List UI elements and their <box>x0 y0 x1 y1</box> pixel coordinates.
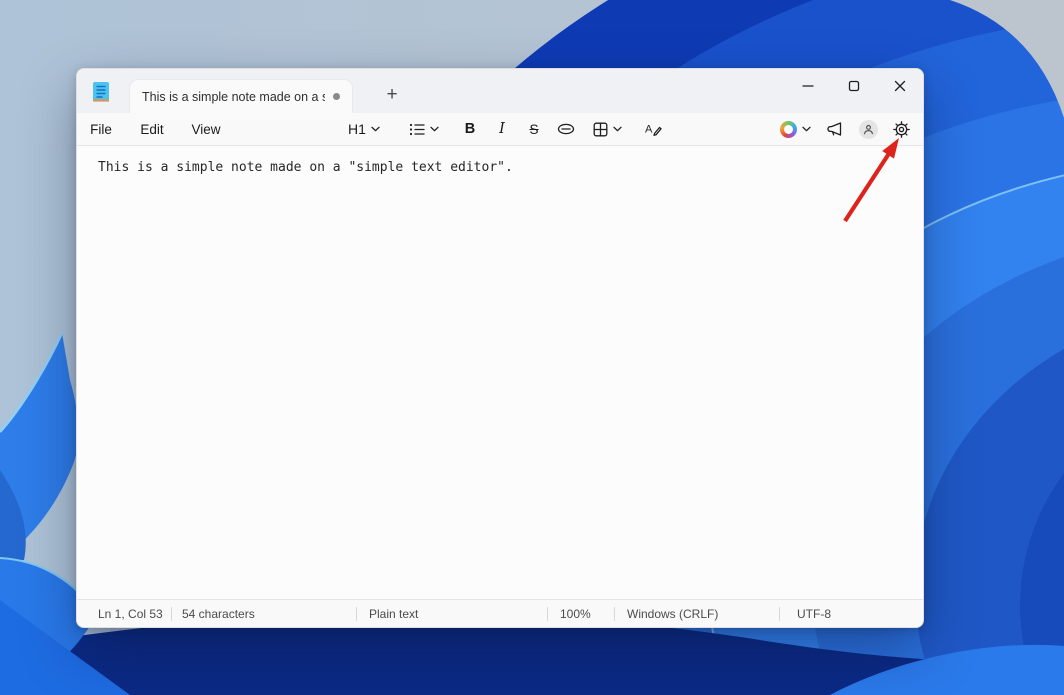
strikethrough-button[interactable]: S <box>519 113 549 145</box>
close-button[interactable] <box>877 69 923 103</box>
strikethrough-icon: S <box>529 122 538 137</box>
list-dropdown-button[interactable] <box>399 113 449 145</box>
bold-icon: B <box>465 121 475 137</box>
copilot-dropdown-button[interactable] <box>777 115 814 143</box>
status-line-endings: Windows (CRLF) <box>615 607 779 621</box>
chevron-down-icon <box>613 126 622 132</box>
notepad-app-icon <box>90 80 112 104</box>
status-character-count: 54 characters <box>172 607 356 621</box>
toolbar-right-group <box>777 113 913 145</box>
account-icon <box>859 120 878 139</box>
menu-file[interactable]: File <box>83 113 119 145</box>
svg-text:A: A <box>645 124 653 136</box>
insert-table-dropdown-button[interactable] <box>583 113 631 145</box>
tab-title: This is a simple note made on a sim <box>142 90 325 104</box>
notepad-window: This is a simple note made on a sim + Fi… <box>76 68 924 628</box>
chevron-down-icon <box>802 126 811 132</box>
tab-active[interactable]: This is a simple note made on a sim <box>129 79 353 113</box>
insert-link-button[interactable] <box>551 113 581 145</box>
table-icon <box>593 122 608 137</box>
italic-button[interactable]: I <box>487 113 517 145</box>
italic-icon: I <box>499 121 505 137</box>
link-icon <box>557 123 575 135</box>
status-zoom-level[interactable]: 100% <box>548 607 614 621</box>
new-tab-button[interactable]: + <box>377 80 407 110</box>
settings-button[interactable] <box>890 115 913 143</box>
heading-dropdown-button[interactable]: H1 <box>339 113 389 145</box>
account-button[interactable] <box>856 115 881 143</box>
menu-toolbar: File Edit View H1 B I S <box>77 113 923 146</box>
menu-view[interactable]: View <box>185 113 227 145</box>
menu-edit[interactable]: Edit <box>133 113 171 145</box>
unsaved-changes-dot-icon <box>333 93 340 100</box>
chevron-down-icon <box>371 126 380 132</box>
text-editor-area[interactable]: This is a simple note made on a "simple … <box>77 146 923 599</box>
status-cursor-position: Ln 1, Col 53 <box>77 607 171 621</box>
bold-button[interactable]: B <box>455 113 485 145</box>
minimize-button[interactable] <box>785 69 831 103</box>
chevron-down-icon <box>430 126 439 132</box>
megaphone-icon <box>826 121 844 137</box>
maximize-icon <box>848 80 860 92</box>
maximize-button[interactable] <box>831 69 877 103</box>
close-icon <box>894 80 906 92</box>
status-encoding: UTF-8 <box>780 607 923 621</box>
heading-label: H1 <box>348 121 366 137</box>
document-text: This is a simple note made on a "simple … <box>98 160 513 175</box>
status-bar: Ln 1, Col 53 54 characters Plain text 10… <box>77 599 923 627</box>
settings-gear-icon <box>893 121 910 138</box>
tab-bar: This is a simple note made on a sim + <box>77 69 923 113</box>
plus-icon: + <box>386 84 397 106</box>
copilot-icon <box>780 121 797 138</box>
clear-formatting-icon: A <box>645 121 662 137</box>
minimize-icon <box>802 80 814 92</box>
status-document-type: Plain text <box>357 607 547 621</box>
announcements-button[interactable] <box>823 115 847 143</box>
window-controls <box>785 69 923 105</box>
clear-formatting-button[interactable]: A <box>637 113 669 145</box>
bulleted-list-icon <box>409 122 425 136</box>
